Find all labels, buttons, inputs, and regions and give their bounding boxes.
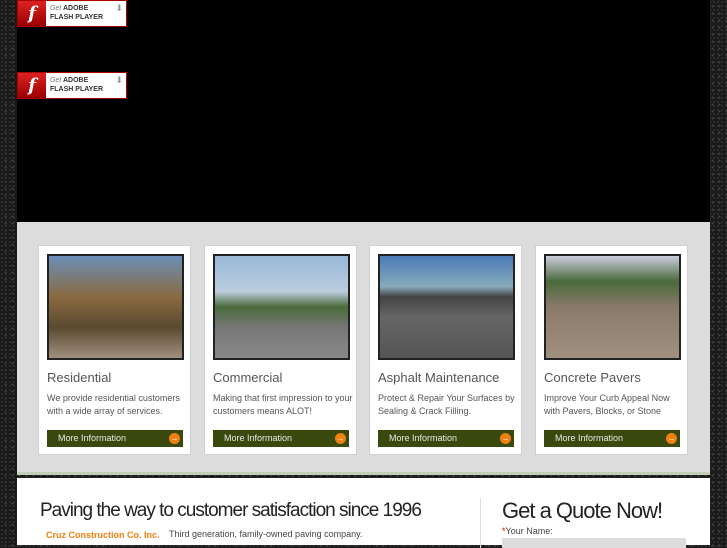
- arrow-right-icon: →: [666, 433, 677, 444]
- flash-player: FLASH PLAYER: [50, 86, 104, 93]
- card-title: Concrete Pavers: [544, 370, 641, 385]
- flash-get: Get: [50, 77, 62, 84]
- card-title: Asphalt Maintenance: [378, 370, 500, 385]
- more-information-button[interactable]: More Information →: [213, 430, 349, 447]
- divider: [480, 498, 481, 548]
- card-desc: Protect & Repair Your Surfaces by Sealin…: [378, 393, 515, 416]
- flash-get: Get: [50, 5, 62, 12]
- button-label: More Information: [224, 433, 293, 443]
- quote-heading: Get a Quote Now!: [502, 498, 663, 523]
- card-desc: Improve Your Curb Appeal Now with Pavers…: [544, 393, 670, 416]
- name-input[interactable]: [502, 538, 686, 548]
- card-title: Commercial: [213, 370, 283, 385]
- flash-icon: f: [18, 1, 46, 26]
- more-information-button[interactable]: More Information →: [378, 430, 514, 447]
- button-label: More Information: [389, 433, 458, 443]
- button-label: More Information: [58, 433, 127, 443]
- residential-image: [47, 254, 184, 360]
- get-flash-player-button[interactable]: f Get ADOBE FLASH PLAYER ⬇: [17, 0, 127, 27]
- flash-icon: f: [18, 73, 46, 98]
- asphalt-image: [378, 254, 515, 360]
- card-desc: Making that first impression to your cus…: [213, 393, 353, 416]
- main-content: Paving the way to customer satisfaction …: [17, 478, 710, 548]
- services-band: Residential We provide residential custo…: [17, 222, 710, 475]
- arrow-right-icon: →: [169, 433, 180, 444]
- download-icon: ⬇: [115, 75, 123, 85]
- commercial-image: [213, 254, 350, 360]
- company-name: Cruz Construction Co. Inc.: [46, 530, 160, 540]
- service-card-pavers: Concrete Pavers Improve Your Curb Appeal…: [535, 245, 688, 455]
- name-label: *Your Name:: [502, 526, 553, 536]
- service-card-residential: Residential We provide residential custo…: [38, 245, 191, 455]
- get-flash-player-button[interactable]: f Get ADOBE FLASH PLAYER ⬇: [17, 72, 127, 99]
- more-information-button[interactable]: More Information →: [544, 430, 680, 447]
- more-information-button[interactable]: More Information →: [47, 430, 183, 447]
- card-desc: We provide residential customers with a …: [47, 393, 180, 416]
- download-icon: ⬇: [115, 3, 123, 13]
- flash-player: FLASH PLAYER: [50, 14, 104, 21]
- flash-adobe: ADOBE: [62, 5, 89, 12]
- name-label-text: Your Name:: [505, 526, 553, 536]
- arrow-right-icon: →: [500, 433, 511, 444]
- button-label: More Information: [555, 433, 624, 443]
- company-description: Third generation, family-owned paving co…: [169, 529, 363, 539]
- header-banner: f Get ADOBE FLASH PLAYER ⬇ f Get ADOBE FLASH …: [17, 0, 710, 222]
- pavers-image: [544, 254, 681, 360]
- flash-adobe: ADOBE: [62, 77, 89, 84]
- card-title: Residential: [47, 370, 112, 385]
- service-card-commercial: Commercial Making that first impression …: [204, 245, 357, 455]
- tagline-heading: Paving the way to customer satisfaction …: [40, 500, 422, 521]
- service-card-asphalt: Asphalt Maintenance Protect & Repair You…: [369, 245, 522, 455]
- arrow-right-icon: →: [335, 433, 346, 444]
